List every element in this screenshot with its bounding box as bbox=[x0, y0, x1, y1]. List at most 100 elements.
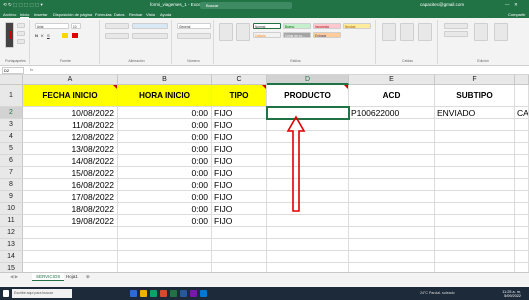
header-cell-hora-inicio[interactable]: HORA INICIO bbox=[118, 85, 212, 107]
paste-button[interactable] bbox=[5, 22, 14, 48]
chrome-icon[interactable] bbox=[160, 290, 167, 297]
cell-hora-inicio[interactable]: 0:00 bbox=[118, 191, 212, 203]
windows-start-icon[interactable] bbox=[3, 290, 9, 297]
row-header[interactable]: 1 bbox=[0, 85, 23, 107]
tab-vista[interactable]: Vista bbox=[146, 12, 155, 17]
fill-button[interactable] bbox=[444, 31, 468, 37]
add-sheet-icon[interactable]: ⊕ bbox=[82, 273, 94, 281]
cell-subtipo[interactable] bbox=[435, 251, 515, 263]
cell-g[interactable] bbox=[515, 131, 529, 143]
row-header[interactable]: 13 bbox=[0, 239, 23, 251]
cell-subtipo[interactable] bbox=[435, 203, 515, 215]
cell-producto[interactable] bbox=[267, 131, 349, 143]
cell-hora-inicio[interactable]: 0:00 bbox=[118, 179, 212, 191]
cell-producto[interactable] bbox=[267, 143, 349, 155]
cell-g[interactable] bbox=[515, 251, 529, 263]
cell-g[interactable] bbox=[515, 155, 529, 167]
cell-hora-inicio[interactable] bbox=[118, 227, 212, 239]
sheet-tab-hoja1[interactable]: Hoja1 bbox=[62, 273, 82, 281]
cell-tipo[interactable]: FIJO bbox=[212, 179, 267, 191]
tab-revisar[interactable]: Revisar bbox=[129, 12, 143, 17]
cell-acd[interactable] bbox=[349, 191, 435, 203]
share-button[interactable]: Compartir bbox=[508, 12, 526, 17]
cell-producto[interactable] bbox=[267, 179, 349, 191]
cell-fecha-inicio[interactable]: 11/08/2022 bbox=[23, 119, 118, 131]
cell-producto[interactable] bbox=[267, 203, 349, 215]
style-neutral[interactable]: Neutral bbox=[343, 23, 371, 29]
header-cell-producto[interactable]: PRODUCTO bbox=[267, 85, 349, 107]
column-header-a[interactable]: A bbox=[23, 75, 118, 85]
fx-icon[interactable]: fx bbox=[30, 67, 33, 72]
column-header-g[interactable] bbox=[515, 75, 529, 85]
cell-tipo[interactable]: FIJO bbox=[212, 167, 267, 179]
cell-tipo[interactable]: FIJO bbox=[212, 155, 267, 167]
taskview-icon[interactable] bbox=[130, 290, 137, 297]
cell-g[interactable] bbox=[515, 191, 529, 203]
format-as-table-button[interactable] bbox=[236, 23, 250, 41]
cell-hora-inicio[interactable] bbox=[118, 251, 212, 263]
cell-hora-inicio[interactable]: 0:00 bbox=[118, 203, 212, 215]
font-size-select[interactable]: 10 bbox=[71, 23, 81, 29]
column-header-d[interactable]: D bbox=[267, 75, 349, 85]
teams-taskbar-icon[interactable] bbox=[190, 290, 197, 297]
style-normal[interactable]: Normal bbox=[253, 23, 281, 29]
tab-formulas[interactable]: Fórmulas bbox=[95, 12, 112, 17]
row-header[interactable]: 11 bbox=[0, 215, 23, 227]
cell-subtipo[interactable] bbox=[435, 191, 515, 203]
cell-subtipo[interactable] bbox=[435, 179, 515, 191]
column-header-b[interactable]: B bbox=[118, 75, 212, 85]
style-incorrecto[interactable]: Incorrecto bbox=[313, 23, 341, 29]
cell-acd[interactable]: P100622000 bbox=[349, 107, 435, 119]
cell-hora-inicio[interactable]: 0:00 bbox=[118, 155, 212, 167]
font-color-icon[interactable] bbox=[72, 33, 78, 38]
cell-tipo[interactable]: FIJO bbox=[212, 215, 267, 227]
column-header-e[interactable]: E bbox=[349, 75, 435, 85]
wrap-text-button[interactable] bbox=[132, 23, 168, 29]
cell-acd[interactable] bbox=[349, 239, 435, 251]
cell-hora-inicio[interactable]: 0:00 bbox=[118, 119, 212, 131]
select-all-corner[interactable] bbox=[0, 75, 23, 85]
row-header[interactable]: 8 bbox=[0, 179, 23, 191]
tab-insertar[interactable]: Insertar bbox=[34, 12, 48, 17]
header-cell-acd[interactable]: ACD bbox=[349, 85, 435, 107]
cell-producto[interactable] bbox=[267, 251, 349, 263]
cell-acd[interactable] bbox=[349, 167, 435, 179]
cell-hora-inicio[interactable] bbox=[118, 239, 212, 251]
account-name[interactable]: capacitec@gmail.com bbox=[420, 2, 464, 7]
cell-producto[interactable] bbox=[267, 227, 349, 239]
header-cell-fecha-inicio[interactable]: FECHA INICIO bbox=[23, 85, 118, 107]
cell-g[interactable] bbox=[515, 119, 529, 131]
cut-icon[interactable] bbox=[17, 23, 25, 28]
quick-access-toolbar[interactable]: ⟲ ↻ ⬚ ⬚ ⬚ ⬚ ⬚ ▾ bbox=[3, 2, 43, 8]
cell-tipo[interactable]: FIJO bbox=[212, 107, 267, 119]
cell-subtipo[interactable] bbox=[435, 227, 515, 239]
row-header[interactable]: 3 bbox=[0, 119, 23, 131]
column-header-c[interactable]: C bbox=[212, 75, 267, 85]
sort-filter-button[interactable] bbox=[474, 23, 488, 41]
excel-taskbar-icon[interactable] bbox=[170, 290, 177, 297]
cell-producto[interactable] bbox=[267, 191, 349, 203]
cell-fecha-inicio[interactable] bbox=[23, 251, 118, 263]
cell-hora-inicio[interactable]: 0:00 bbox=[118, 215, 212, 227]
cell-g[interactable] bbox=[515, 227, 529, 239]
edge-icon[interactable] bbox=[150, 290, 157, 297]
cell-subtipo[interactable] bbox=[435, 167, 515, 179]
cell-fecha-inicio[interactable]: 16/08/2022 bbox=[23, 179, 118, 191]
row-header[interactable]: 2 bbox=[0, 107, 23, 119]
autosum-button[interactable] bbox=[444, 23, 468, 29]
currency-percent-buttons[interactable] bbox=[177, 33, 211, 39]
cell-producto[interactable] bbox=[267, 167, 349, 179]
bold-button[interactable]: N bbox=[35, 33, 38, 38]
close-icon[interactable]: ✕ bbox=[514, 2, 518, 8]
cell-g[interactable]: CA bbox=[515, 107, 529, 119]
cell-subtipo[interactable] bbox=[435, 131, 515, 143]
style-bueno[interactable]: Bueno bbox=[283, 23, 311, 29]
cell-fecha-inicio[interactable]: 14/08/2022 bbox=[23, 155, 118, 167]
row-header[interactable]: 9 bbox=[0, 191, 23, 203]
style-calculo[interactable]: Cálculo bbox=[253, 32, 281, 38]
cell-subtipo[interactable] bbox=[435, 119, 515, 131]
cell-acd[interactable] bbox=[349, 131, 435, 143]
cell-acd[interactable] bbox=[349, 119, 435, 131]
font-name-select[interactable]: Arial bbox=[35, 23, 69, 29]
number-format-select[interactable]: General bbox=[177, 23, 211, 29]
